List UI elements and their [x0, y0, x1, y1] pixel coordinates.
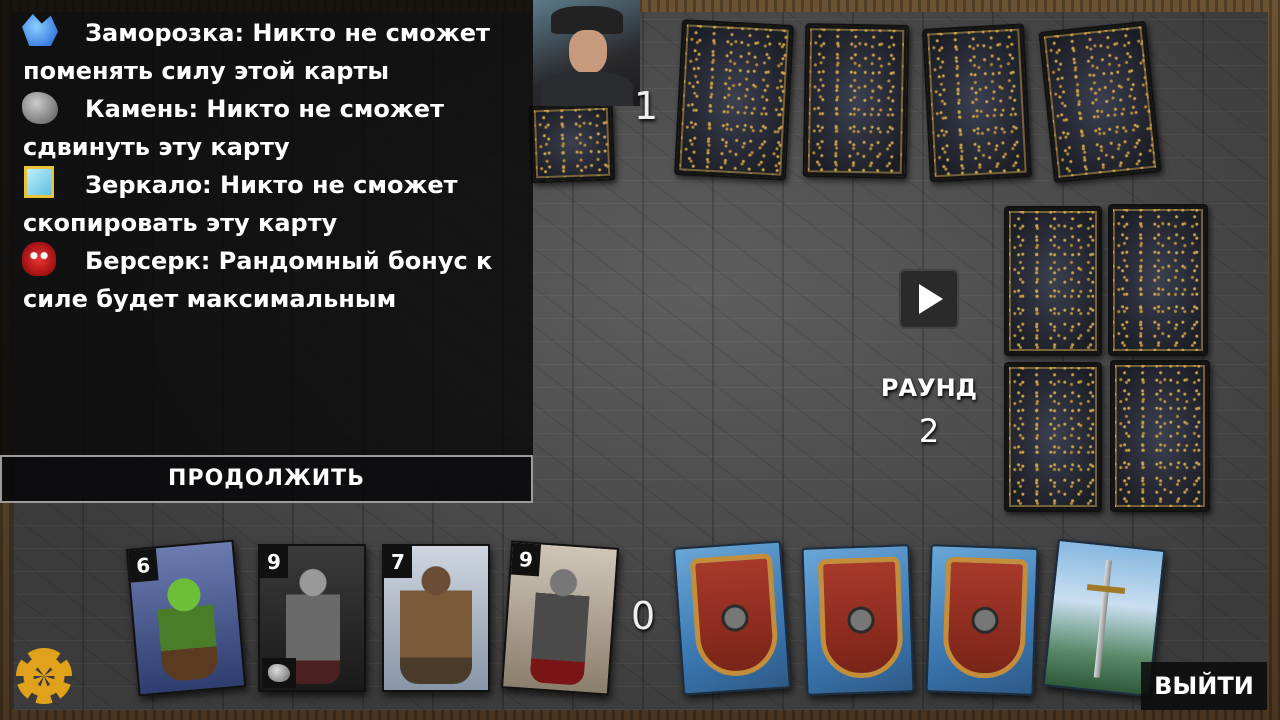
card-abilities-tooltip: Заморозка: Никто не сможет поменять силу…: [0, 0, 533, 455]
hand-card-knight[interactable]: 9: [258, 544, 366, 692]
card-power: 6: [127, 548, 159, 583]
shield-icon: [817, 556, 904, 680]
shield-card[interactable]: [925, 544, 1039, 696]
opponent-avatar: [533, 0, 640, 106]
round-label: РАУНД: [880, 374, 978, 402]
deck-card: [1004, 362, 1102, 512]
opponent-card-back: [1038, 20, 1162, 184]
ability-freeze-line2: поменять силу этой карты: [23, 57, 390, 85]
hand-card-werewolf[interactable]: 7: [382, 544, 490, 692]
deck-card: [1004, 206, 1102, 356]
ability-berserk-line1: Берсерк: Рандомный бонус к: [85, 247, 493, 275]
play-icon: [919, 284, 943, 314]
player-score: 0: [631, 594, 656, 638]
ability-stone-line1: Камень: Никто не сможет: [85, 95, 444, 123]
hand-card-knight[interactable]: 9: [500, 540, 620, 696]
round-number: 2: [918, 412, 940, 450]
ability-mirror-line1: Зеркало: Никто не сможет: [85, 171, 458, 199]
opponent-score: 1: [634, 84, 659, 128]
opponent-card-back: [528, 102, 616, 184]
exit-button[interactable]: ВЫЙТИ: [1141, 662, 1267, 710]
hand-card-goblin[interactable]: 6: [125, 539, 247, 697]
deck-card: [1110, 360, 1210, 512]
card-power: 9: [260, 546, 288, 578]
play-button[interactable]: [899, 269, 959, 329]
shield-card[interactable]: [672, 540, 792, 696]
ability-berserk-line2: силе будет максимальным: [23, 285, 397, 313]
shield-icon: [941, 556, 1029, 680]
shield-icon: [689, 553, 780, 679]
settings-gear-icon[interactable]: [16, 648, 72, 704]
opponent-card-back: [802, 23, 910, 179]
opponent-card-back: [922, 23, 1032, 183]
card-power: 7: [384, 546, 412, 578]
ability-mirror-line2: скопировать эту карту: [23, 209, 338, 237]
continue-button[interactable]: ПРОДОЛЖИТЬ: [0, 455, 533, 503]
stone-icon: [262, 658, 296, 688]
ability-freeze-line1: Заморозка: Никто не сможет: [85, 19, 490, 47]
card-power: 9: [510, 542, 542, 577]
ability-stone-line2: сдвинуть эту карту: [23, 133, 290, 161]
opponent-card-back: [673, 19, 795, 181]
sword-icon: [1093, 559, 1113, 678]
deck-card: [1108, 204, 1208, 356]
shield-card[interactable]: [801, 544, 915, 696]
